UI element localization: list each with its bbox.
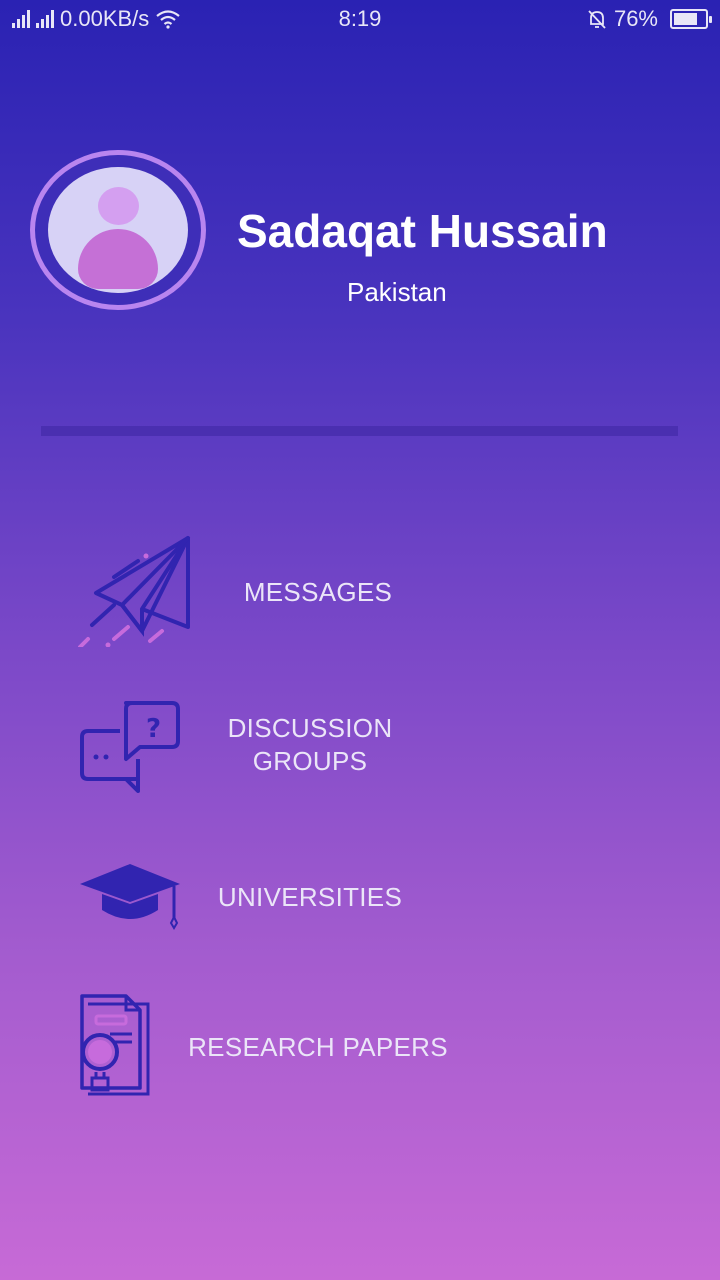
user-country: Pakistan [347,277,447,307]
bell-muted-icon [588,10,606,29]
svg-text:?: ? [146,714,161,744]
menu-item-messages[interactable]: MESSAGES [70,530,430,650]
profile-header: Sadaqat Hussain Pakistan [30,150,690,312]
research-document-icon [80,994,150,1096]
menu-label-discussion-groups: DISCUSSION GROUPS [225,712,395,778]
menu-item-discussion-groups[interactable]: ? DISCUSSION GROUPS [70,695,430,800]
battery-icon [670,9,712,29]
divider [41,426,678,436]
user-silhouette-icon [48,167,188,293]
menu-label-discussion-line1: DISCUSSION [227,713,393,743]
user-name: Sadaqat Hussain [237,205,608,257]
status-bar: 0.00KB/s 8:19 76% [0,0,720,38]
wifi-icon [156,10,180,29]
menu-label-universities: UNIVERSITIES [217,882,403,912]
avatar[interactable] [30,150,206,310]
status-left: 0.00KB/s [12,6,181,32]
signal-icon-2 [36,10,54,28]
network-speed: 0.00KB/s [60,6,150,31]
menu-item-universities[interactable]: UNIVERSITIES [70,858,430,938]
menu-label-discussion-line2: GROUPS [252,746,368,776]
paper-plane-icon [78,536,190,647]
status-right: 76% [586,6,712,32]
signal-icon [12,10,30,28]
battery-percent: 76% [613,6,658,31]
menu-label-messages: MESSAGES [243,577,393,607]
chat-bubbles-icon: ? [80,701,180,793]
menu-label-research-papers: RESEARCH PAPERS [188,1032,448,1062]
graduation-cap-icon [80,864,180,930]
menu-item-research-papers[interactable]: RESEARCH PAPERS [70,990,470,1102]
